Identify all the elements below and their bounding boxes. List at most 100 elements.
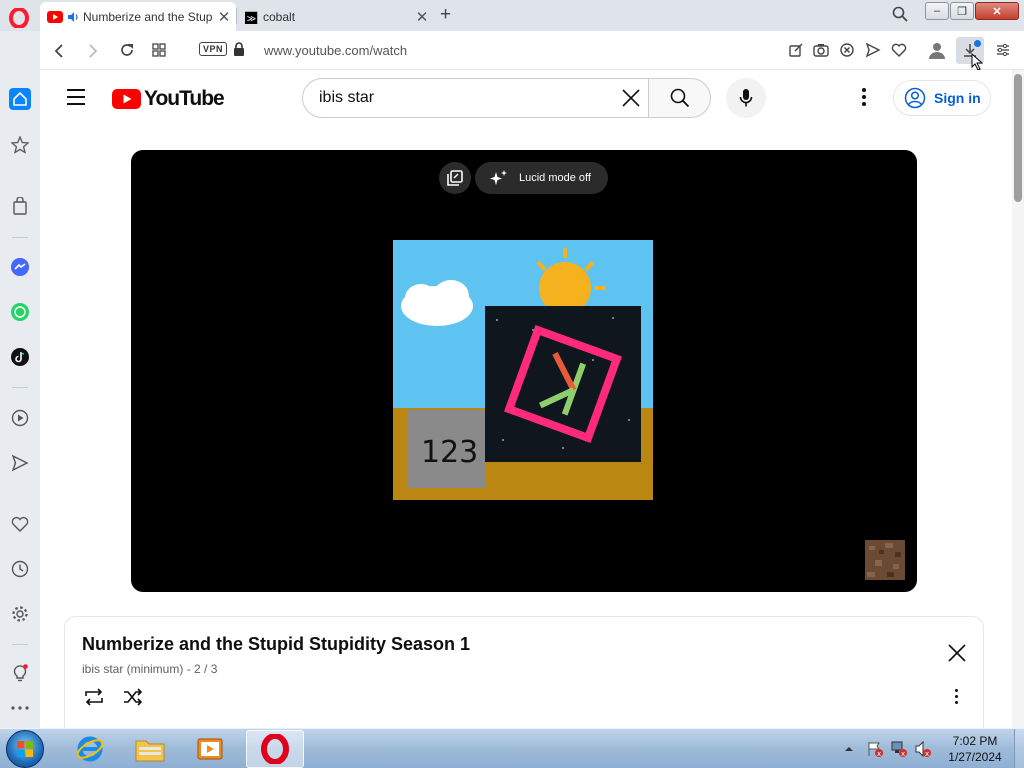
profile-avatar-icon[interactable]	[928, 41, 946, 59]
edit-share-icon[interactable]	[788, 42, 804, 58]
close-window-button[interactable]: ✕	[975, 2, 1019, 20]
tab-youtube[interactable]: Numberize and the Stupid Stupidity Seaso…	[40, 2, 236, 31]
scrollbar-thumb[interactable]	[1014, 74, 1022, 202]
sidebar-messenger[interactable]	[9, 256, 31, 278]
loop-icon[interactable]	[83, 687, 105, 707]
star-icon	[11, 136, 29, 154]
tab-cobalt[interactable]: ≫ cobalt ✕	[238, 2, 434, 31]
address-bar: VPN www.youtube.com/watch	[40, 31, 1024, 71]
sidebar-tips[interactable]	[9, 662, 31, 684]
svg-text:x: x	[925, 750, 929, 758]
tab-title: Numberize and the Stupid Stupidity Seaso…	[83, 9, 212, 24]
video-frame-image: 123	[393, 240, 653, 500]
tab-search-icon[interactable]	[892, 6, 908, 22]
sidebar-divider	[12, 237, 28, 238]
menu-hamburger-icon[interactable]	[67, 89, 85, 110]
clear-search-icon[interactable]	[621, 88, 641, 108]
lucid-mode-button[interactable]: Lucid mode off	[475, 162, 608, 194]
opera-icon	[261, 734, 289, 764]
tab-close-icon[interactable]: ✕	[212, 8, 236, 26]
sidebar-history[interactable]	[9, 558, 31, 580]
sidebar-whatsapp[interactable]	[9, 301, 31, 323]
sign-in-button[interactable]: Sign in	[893, 80, 991, 116]
tab-grid-icon[interactable]	[152, 43, 166, 57]
tab-title: cobalt	[263, 9, 296, 24]
sidebar-settings[interactable]	[9, 603, 31, 625]
opera-logo-icon[interactable]	[9, 8, 29, 28]
start-button[interactable]	[6, 730, 44, 768]
folder-icon	[135, 740, 165, 762]
volume-muted-icon[interactable]: x	[914, 740, 932, 758]
sidebar-tiktok[interactable]	[9, 346, 31, 368]
video-player[interactable]: Lucid mode off 123	[131, 150, 917, 592]
voice-search-button[interactable]	[726, 78, 766, 118]
sidebar-speed-dial[interactable]	[9, 134, 31, 156]
url-field[interactable]: www.youtube.com/watch	[264, 43, 407, 58]
sidebar-divider	[12, 644, 28, 645]
taskbar-opera[interactable]	[246, 730, 304, 768]
account-circle-icon	[904, 87, 926, 109]
forward-arrow-icon[interactable]	[88, 43, 98, 59]
messenger-icon	[11, 258, 29, 276]
youtube-favicon-icon	[47, 10, 63, 23]
settings-kebab-icon[interactable]	[862, 88, 866, 109]
shuffle-icon[interactable]	[122, 687, 144, 707]
close-playlist-icon[interactable]	[947, 643, 967, 663]
playlist-panel: Numberize and the Stupid Stupidity Seaso…	[64, 616, 984, 746]
search-icon	[670, 88, 689, 108]
taskbar-media-player[interactable]	[181, 730, 239, 768]
new-tab-button[interactable]: +	[440, 4, 451, 26]
corner-thumbnail-image	[865, 540, 905, 580]
search-input[interactable]	[319, 89, 609, 107]
show-desktop-button[interactable]	[1014, 729, 1024, 768]
easy-setup-icon[interactable]	[996, 43, 1010, 57]
miniplayer-button[interactable]	[439, 162, 471, 194]
dirt-texture-icon	[865, 540, 905, 580]
youtube-logo[interactable]: YouTube	[112, 87, 225, 111]
minimize-button[interactable]: –	[925, 2, 949, 20]
svg-text:≫: ≫	[247, 14, 256, 24]
playlist-title[interactable]: Numberize and the Stupid Stupidity Seaso…	[82, 634, 470, 655]
clock-date: 1/27/2024	[948, 750, 1002, 764]
windows-logo-icon	[17, 741, 33, 757]
snapshot-camera-icon[interactable]	[813, 42, 829, 58]
svg-text:x: x	[877, 750, 881, 758]
action-center-icon[interactable]: x	[866, 740, 884, 758]
sidebar-player[interactable]	[9, 407, 31, 429]
browser-tab-bar: Numberize and the Stupid Stupidity Seaso…	[0, 0, 1024, 31]
page-scrollbar[interactable]	[1012, 70, 1024, 728]
send-icon[interactable]	[865, 42, 881, 58]
taskbar-internet-explorer[interactable]	[61, 730, 119, 768]
download-button[interactable]	[956, 37, 984, 71]
show-hidden-icons-icon[interactable]	[842, 742, 856, 756]
reload-icon[interactable]	[119, 42, 135, 58]
network-icon[interactable]: x	[890, 740, 908, 758]
sidebar-pinboard[interactable]	[9, 513, 31, 535]
adblock-icon[interactable]	[839, 42, 855, 58]
svg-text:x: x	[901, 750, 905, 758]
vpn-badge[interactable]: VPN	[199, 42, 228, 56]
back-arrow-icon[interactable]	[54, 43, 64, 59]
tab-close-icon[interactable]: ✕	[410, 8, 434, 26]
taskbar-clock[interactable]: 7:02 PM 1/27/2024	[940, 733, 1010, 765]
gear-icon	[12, 606, 28, 622]
clock-time: 7:02 PM	[952, 734, 998, 748]
heart-icon[interactable]	[891, 42, 907, 58]
playlist-position: - 2 / 3	[186, 662, 218, 676]
playlist-subtitle: ibis star (minimum) - 2 / 3	[82, 662, 217, 676]
taskbar-file-explorer[interactable]	[121, 730, 179, 768]
sidebar-flow[interactable]	[9, 452, 31, 474]
sidebar-home[interactable]	[9, 88, 31, 110]
sidebar-more[interactable]	[9, 697, 31, 719]
search-box	[302, 78, 648, 118]
youtube-logo-text: YouTube	[144, 87, 225, 110]
internet-explorer-icon	[76, 736, 104, 762]
sidebar-shopping[interactable]	[9, 195, 31, 217]
speaker-icon[interactable]	[67, 11, 79, 23]
search-button[interactable]	[648, 78, 711, 118]
playlist-owner[interactable]: ibis star (minimum)	[82, 662, 183, 676]
tiktok-icon	[11, 348, 29, 366]
lock-icon[interactable]	[233, 42, 245, 56]
maximize-button[interactable]: ❐	[950, 2, 974, 20]
playlist-kebab-icon[interactable]	[955, 689, 959, 707]
